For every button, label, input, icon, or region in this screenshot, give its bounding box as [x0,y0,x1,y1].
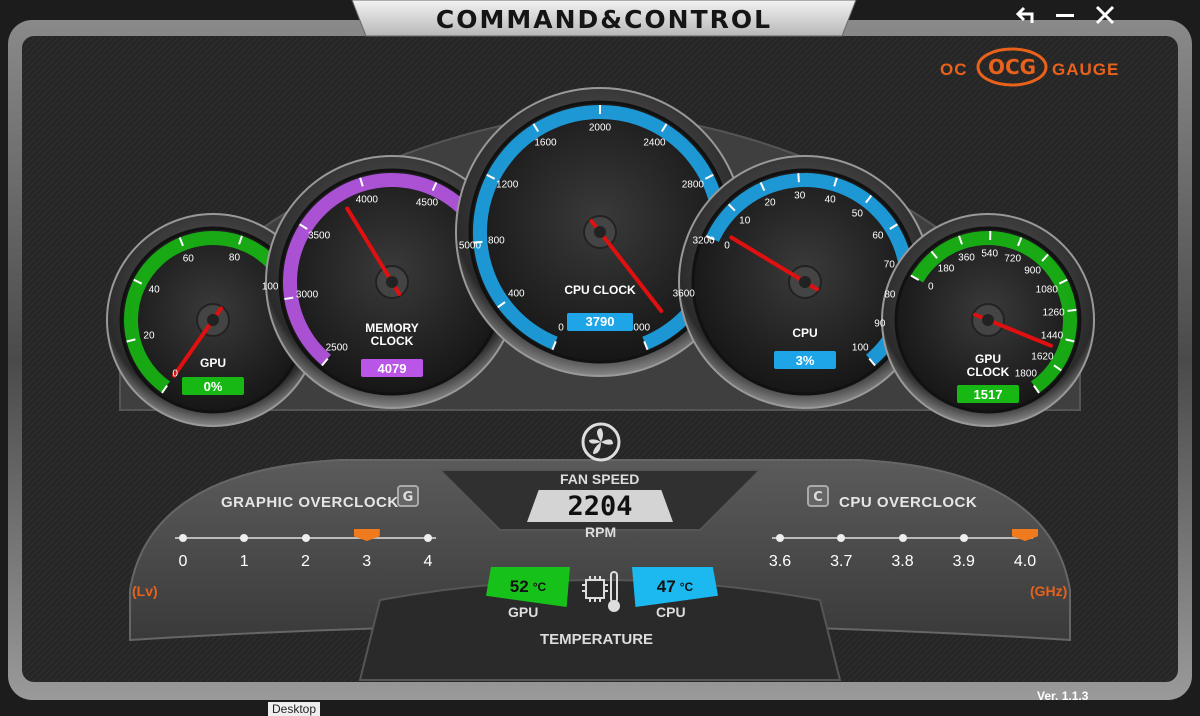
cpu-overclock-unit: (GHz) [1030,583,1067,599]
temperature-label: TEMPERATURE [540,631,653,648]
cpu-overclock-stop[interactable] [776,534,784,542]
svg-text:G: G [403,490,414,505]
taskbar-desktop[interactable]: Desktop [268,702,320,716]
cpu-usage-label: CPU [755,327,855,340]
cpu-overclock-level-label[interactable]: 3.6 [769,553,791,571]
gpu-clock-tick-label: 360 [958,252,975,263]
memory-clock-tick-label: 3000 [296,290,318,301]
cpu-usage-tick-label: 90 [874,319,885,330]
gpu-usage-tick-label: 0 [172,369,178,380]
gpu-clock-label: GPUCLOCK [938,353,1038,379]
graphic-overclock-level-label[interactable]: 4 [424,553,433,571]
memory-clock-needle-cap [386,276,398,288]
cpu-clock-needle-cap [594,226,606,238]
memory-clock-tick-label: 4000 [356,194,378,205]
gpu-usage-tick-label: 100 [262,282,279,293]
memory-clock-label-line2: CLOCK [342,335,442,348]
cpu-clock-value: 3790 [567,313,633,331]
cpu-overclock-stop[interactable] [960,534,968,542]
gpu-usage-tick-label: 80 [229,252,240,263]
cpu-clock-tick-label: 2800 [682,180,704,191]
graphic-overclock-unit: (Lv) [132,583,158,599]
graphic-overclock-stop[interactable] [302,534,310,542]
gpu-usage-tick-label: 20 [143,330,154,341]
gpu-clock-tick-label: 1440 [1041,330,1063,341]
cpu-clock-tick-label: 0 [558,323,564,334]
gpu-usage-tick-label: 60 [183,253,194,264]
fan-speed-label: FAN SPEED [560,471,639,487]
cpu-usage-tick-label: 10 [739,215,750,226]
cpu-overclock-level-label[interactable]: 4.0 [1014,553,1036,571]
memory-clock-tick-label: 3500 [308,231,330,242]
cpu-clock-tick-label: 400 [508,288,525,299]
gpu-clock-needle-cap [982,314,994,326]
cpu-usage-value: 3% [774,351,836,369]
cpu-clock-tick-label: 1600 [534,138,556,149]
gpu-temp-value: 52 [510,577,529,597]
cpu-usage-tick-label: 50 [852,208,863,219]
cpu-usage-tick-label: 70 [884,259,895,270]
cpu-clock-tick-label: 3200 [693,235,715,246]
cpu-usage-tick-label: 30 [794,191,805,202]
gpu-clock-tick-label: 1080 [1036,285,1058,296]
cpu-usage-tick-label: 40 [825,194,836,205]
cpu-overclock-level-label[interactable]: 3.9 [953,553,975,571]
cpu-overclock-title: CPU OVERCLOCK [839,494,977,511]
fan-rpm-unit: RPM [585,524,616,540]
gpu-usage-tick-label: 40 [149,285,160,296]
cpu-clock-tick-label: 3600 [673,288,695,299]
memory-clock-tick-mark [284,298,293,299]
cpu-chip-icon: C [806,484,830,508]
svg-text:C: C [813,490,823,505]
graphic-overclock-level-label[interactable]: 0 [179,553,188,571]
memory-clock-label: MEMORYCLOCK [342,322,442,348]
cpu-usage-needle-cap [799,276,811,288]
memory-clock-value: 4079 [361,359,423,377]
gpu-clock-tick-label: 0 [928,282,934,293]
gpu-chip-icon: G [396,484,420,508]
cpu-clock-tick-label: 1200 [496,180,518,191]
graphic-overclock-stop[interactable] [424,534,432,542]
graphic-overclock-level-label[interactable]: 3 [362,553,371,571]
cpu-clock-label: CPU CLOCK [550,284,650,297]
memory-clock-tick-label: 5000 [459,240,481,251]
cpu-usage-tick-label: 100 [852,342,869,353]
cpu-overclock-level-label[interactable]: 3.7 [830,553,852,571]
cpu-temp-value: 47 [657,577,676,597]
cpu-usage-tick-mark [798,173,799,182]
gpu-clock-value: 1517 [957,385,1019,403]
gpu-usage-label: GPU [163,357,263,370]
graphic-overclock-level-label[interactable]: 2 [301,553,310,571]
graphic-overclock-stop[interactable] [179,534,187,542]
graphic-overclock-level-label[interactable]: 1 [240,553,249,571]
gpu-clock-tick-label: 720 [1004,253,1021,264]
cpu-clock-tick-label: 2400 [643,138,665,149]
cpu-clock-tick-label: 800 [488,235,505,246]
thermometer-icon [604,570,624,614]
cpu-temp-label: CPU [656,604,686,620]
gpu-clock-tick-label: 1260 [1042,307,1064,318]
cpu-overclock-stop[interactable] [899,534,907,542]
gpu-clock-label-line2: CLOCK [938,366,1038,379]
gpu-usage-value: 0% [182,377,244,395]
gpu-usage-needle-cap [207,314,219,326]
gpu-clock-tick-label: 540 [981,249,998,260]
cpu-overclock-level-label[interactable]: 3.8 [891,553,913,571]
gpu-clock-tick-label: 180 [938,264,955,275]
gpu-temp-unit: °C [533,580,546,594]
gpu-temp-label: GPU [508,604,538,620]
cpu-clock-tick-label: 2000 [589,123,611,134]
cpu-usage-tick-label: 60 [872,231,883,242]
gpu-clock-tick-label: 900 [1024,266,1041,277]
gpu-clock-tick-mark [1067,310,1076,311]
graphic-overclock-title: GRAPHIC OVERCLOCK [221,494,399,511]
cpu-temp-unit: °C [680,580,693,594]
fan-speed-value: 2204 [527,490,673,522]
version-label: Ver. 1.1.3 [1037,689,1088,703]
cpu-usage-tick-label: 20 [764,198,775,209]
cpu-usage-tick-label: 80 [884,290,895,301]
fan-icon [575,418,627,466]
cpu-usage-tick-label: 0 [724,240,730,251]
memory-clock-tick-label: 4500 [416,198,438,209]
